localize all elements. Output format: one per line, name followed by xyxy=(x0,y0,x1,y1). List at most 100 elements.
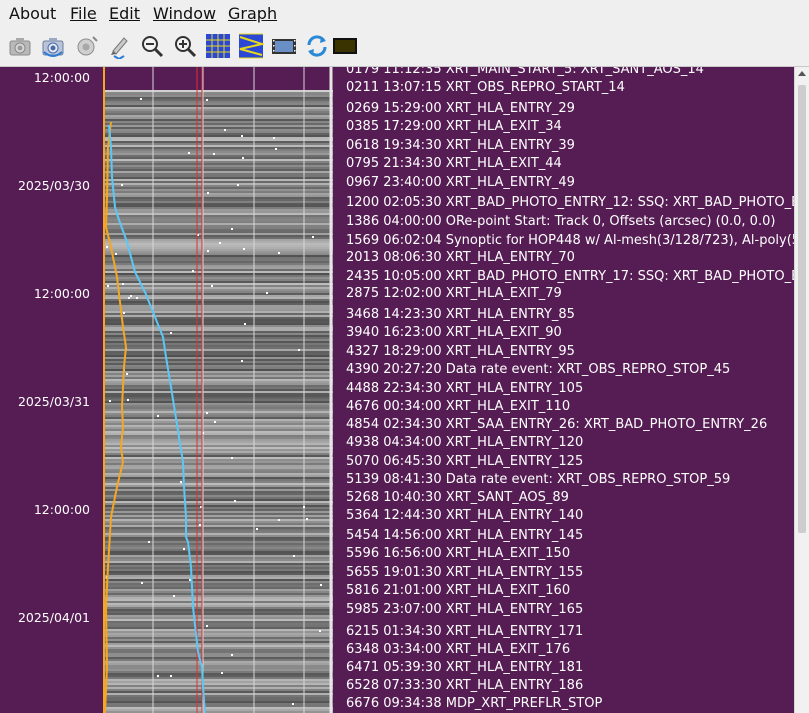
event-list-item[interactable]: 0618 19:34:30 XRT_HLA_ENTRY_39 xyxy=(346,138,575,153)
image-row xyxy=(103,459,333,461)
event-list-item[interactable]: 4938 04:34:00 XRT_HLA_ENTRY_120 xyxy=(346,435,583,450)
image-strip-plot[interactable] xyxy=(103,67,333,713)
event-list-item[interactable]: 0211 13:07:15 XRT_OBS_REPRO_START_14 xyxy=(346,80,625,95)
color-swatch-icon[interactable] xyxy=(332,33,358,59)
event-list-item[interactable]: 5268 10:40:30 XRT_SANT_AOS_89 xyxy=(346,490,569,505)
menu-edit[interactable]: Edit xyxy=(109,4,140,23)
image-row xyxy=(103,403,333,405)
event-list-item[interactable]: 1386 04:00:00 ORe-point Start: Track 0, … xyxy=(346,214,775,229)
image-row xyxy=(103,147,333,149)
event-list-item[interactable]: 3468 14:23:30 XRT_HLA_ENTRY_85 xyxy=(346,307,575,322)
event-list-item[interactable]: 0795 21:34:30 XRT_HLA_EXIT_44 xyxy=(346,156,562,171)
image-speck xyxy=(122,283,124,285)
menu-window[interactable]: Window xyxy=(153,4,216,23)
image-row xyxy=(103,555,333,557)
image-row xyxy=(103,571,333,573)
pen-down-icon[interactable] xyxy=(106,33,132,59)
image-row xyxy=(103,529,333,531)
event-list-item[interactable]: 5655 19:01:30 XRT_HLA_ENTRY_155 xyxy=(346,565,583,580)
event-list-item[interactable]: 5596 16:56:00 XRT_HLA_EXIT_150 xyxy=(346,546,570,561)
event-list-item[interactable]: 6528 07:33:30 XRT_HLA_ENTRY_186 xyxy=(346,678,583,693)
image-row xyxy=(103,97,333,99)
image-row xyxy=(103,567,333,569)
event-list-item[interactable]: 6471 05:39:30 XRT_HLA_ENTRY_181 xyxy=(346,660,583,675)
event-list-item[interactable]: 4390 20:27:20 Data rate event: XRT_OBS_R… xyxy=(346,362,730,377)
image-speck xyxy=(109,400,111,402)
image-row xyxy=(103,463,333,465)
event-list-item[interactable]: 0967 23:40:00 XRT_HLA_ENTRY_49 xyxy=(346,175,575,190)
event-list-item[interactable]: 6676 09:34:38 MDP_XRT_PREFLR_STOP xyxy=(346,696,602,711)
event-list-item[interactable]: 0385 17:29:00 XRT_HLA_EXIT_34 xyxy=(346,119,562,134)
image-row xyxy=(103,505,333,507)
image-row xyxy=(103,511,333,513)
event-list-item[interactable]: 0179 11:12:35 XRT_MAIN_START_5: XRT_SANT… xyxy=(346,67,704,77)
image-speck xyxy=(241,360,243,362)
event-list-item[interactable]: 5454 14:56:00 XRT_HLA_ENTRY_145 xyxy=(346,528,583,543)
event-list-item[interactable]: 4327 18:29:00 XRT_HLA_ENTRY_95 xyxy=(346,344,575,359)
event-list-item[interactable]: 5070 06:45:30 XRT_HLA_ENTRY_125 xyxy=(346,454,583,469)
image-row xyxy=(103,541,333,543)
event-list-item[interactable]: 5985 23:07:00 XRT_HLA_ENTRY_165 xyxy=(346,602,583,617)
event-list-item[interactable]: 3940 16:23:00 XRT_HLA_EXIT_90 xyxy=(346,325,562,340)
image-row xyxy=(103,293,333,295)
event-list-item[interactable]: 5139 08:41:30 Data rate event: XRT_OBS_R… xyxy=(346,472,730,487)
scroll-thumb[interactable] xyxy=(798,85,806,533)
event-list-item[interactable]: 6215 01:34:30 XRT_HLA_ENTRY_171 xyxy=(346,624,583,639)
event-list-item[interactable]: 6348 03:34:00 XRT_HLA_EXIT_176 xyxy=(346,642,570,657)
event-list-item[interactable]: 1200 02:05:30 XRT_BAD_PHOTO_ENTRY_12: SS… xyxy=(346,195,794,210)
image-row xyxy=(103,483,333,485)
event-list-item[interactable]: 2013 08:06:30 XRT_HLA_ENTRY_70 xyxy=(346,250,575,265)
image-row xyxy=(103,195,333,197)
image-speck xyxy=(206,99,208,101)
film-icon[interactable] xyxy=(271,33,297,59)
camera-rotate-icon[interactable] xyxy=(40,33,66,59)
refresh-icon[interactable] xyxy=(304,33,330,59)
image-row xyxy=(103,121,333,123)
camera-icon[interactable] xyxy=(7,33,33,59)
image-row xyxy=(103,631,333,633)
image-row xyxy=(103,593,333,595)
event-list-item[interactable]: 4488 22:34:30 XRT_HLA_ENTRY_105 xyxy=(346,381,583,396)
camera-disabled-icon[interactable] xyxy=(73,33,99,59)
event-list-item[interactable]: 2875 12:02:00 XRT_HLA_EXIT_79 xyxy=(346,286,562,301)
image-row xyxy=(103,273,333,275)
grid-icon[interactable] xyxy=(205,33,231,59)
scroll-up-arrow-icon[interactable] xyxy=(798,71,806,76)
zigzag-grid-icon[interactable] xyxy=(238,33,264,59)
image-row xyxy=(103,445,333,447)
event-list-item[interactable]: 4676 00:34:00 XRT_HLA_EXIT_110 xyxy=(346,399,570,414)
image-speck xyxy=(123,312,125,314)
menu-about[interactable]: About xyxy=(9,4,56,23)
vertical-scrollbar[interactable] xyxy=(794,67,809,713)
event-list-item[interactable]: 1569 06:02:04 Synoptic for HOP448 w/ Al-… xyxy=(346,233,794,248)
image-speck xyxy=(213,153,215,155)
image-speck xyxy=(244,323,246,325)
menu-bar: About File Edit Window Graph xyxy=(0,0,809,28)
event-list-item[interactable]: 4854 02:34:30 XRT_SAA_ENTRY_26: XRT_BAD_… xyxy=(346,417,767,432)
image-row xyxy=(103,255,333,257)
image-row xyxy=(103,537,333,539)
zoom-in-icon[interactable] xyxy=(172,33,198,59)
image-row xyxy=(103,345,333,347)
menu-graph[interactable]: Graph xyxy=(228,4,277,23)
image-row xyxy=(103,179,333,181)
event-list-item[interactable]: 0269 15:29:00 XRT_HLA_ENTRY_29 xyxy=(346,101,575,116)
menu-file[interactable]: File xyxy=(70,4,97,23)
image-row xyxy=(103,507,333,509)
event-list-item[interactable]: 5364 12:44:30 XRT_HLA_ENTRY_140 xyxy=(346,508,583,523)
event-list[interactable]: 0179 11:12:35 XRT_MAIN_START_5: XRT_SANT… xyxy=(340,67,794,713)
time-axis: 12:00:00 2025/03/30 12:00:00 2025/03/31 … xyxy=(0,67,100,713)
plot-canvas xyxy=(103,67,333,713)
image-row xyxy=(103,339,333,341)
image-row xyxy=(103,599,333,601)
image-row xyxy=(103,611,333,613)
zoom-out-icon[interactable] xyxy=(139,33,165,59)
event-list-item[interactable]: 2435 10:05:00 XRT_BAD_PHOTO_ENTRY_17: SS… xyxy=(346,269,794,284)
image-row xyxy=(103,547,333,549)
image-row xyxy=(103,647,333,649)
image-row xyxy=(103,115,333,117)
event-list-item[interactable]: 5816 21:01:00 XRT_HLA_EXIT_160 xyxy=(346,583,570,598)
image-row xyxy=(103,439,333,441)
image-row xyxy=(103,263,333,265)
image-row xyxy=(103,693,333,695)
